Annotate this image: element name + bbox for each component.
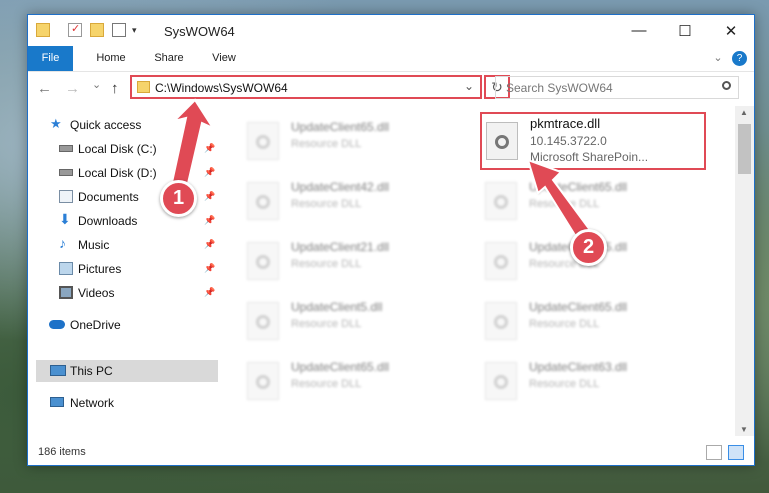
annotation-arrows: [169, 98, 592, 242]
step-1-badge: 1: [160, 180, 197, 217]
step-2-badge: 2: [570, 229, 607, 266]
arrow-2: [526, 158, 592, 242]
arrow-1: [169, 98, 216, 194]
